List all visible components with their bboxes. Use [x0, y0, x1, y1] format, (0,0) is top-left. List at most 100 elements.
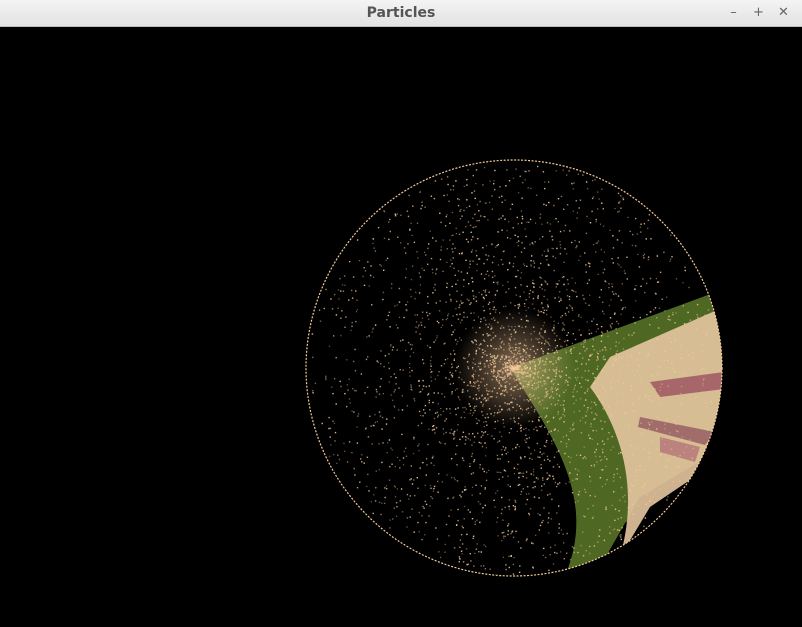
particle	[545, 388, 547, 390]
particle	[343, 275, 346, 277]
particle	[650, 238, 652, 240]
particle	[556, 351, 558, 354]
particle	[314, 382, 317, 385]
particle	[405, 252, 407, 254]
particle	[597, 353, 599, 355]
particle	[601, 334, 603, 337]
particle	[411, 344, 413, 346]
particle	[563, 328, 565, 330]
particle	[408, 194, 410, 197]
particle	[576, 390, 578, 393]
close-button[interactable]: ✕	[775, 4, 792, 21]
particle	[389, 527, 391, 529]
particle	[566, 552, 568, 554]
minimize-button[interactable]: –	[725, 4, 742, 21]
particle	[609, 324, 611, 326]
particle	[587, 508, 589, 510]
particle	[527, 372, 529, 374]
particle	[553, 204, 555, 207]
particle	[417, 445, 419, 447]
particle	[679, 454, 681, 457]
title-bar[interactable]: Particles – + ✕	[0, 0, 802, 27]
particle	[544, 396, 546, 399]
particle	[525, 434, 527, 436]
particle	[670, 234, 672, 236]
particle	[428, 392, 430, 395]
particle	[370, 274, 372, 277]
particle	[520, 368, 522, 370]
particle	[344, 284, 346, 286]
particle	[493, 281, 495, 284]
maximize-button[interactable]: +	[750, 4, 767, 21]
particle	[523, 263, 525, 265]
particle	[430, 356, 432, 358]
particle	[546, 407, 548, 409]
particle	[597, 240, 600, 242]
particle	[624, 412, 626, 414]
particle	[410, 465, 412, 467]
particle-canvas[interactable]	[0, 27, 802, 627]
particle	[512, 448, 514, 450]
particle	[677, 430, 679, 433]
particle	[460, 550, 463, 552]
particle	[635, 475, 637, 477]
particle	[480, 442, 482, 444]
particle	[692, 357, 694, 359]
particle	[366, 386, 369, 388]
particle	[531, 458, 533, 461]
particle	[486, 258, 489, 261]
particle	[441, 393, 443, 395]
particle	[455, 370, 457, 372]
particle	[508, 343, 510, 345]
particle	[428, 428, 430, 430]
particle	[530, 453, 532, 455]
particle	[643, 492, 646, 494]
particle	[584, 515, 586, 518]
particle	[456, 429, 458, 431]
particle	[369, 415, 371, 417]
particle	[522, 348, 524, 350]
particle	[501, 371, 504, 373]
particle	[420, 321, 422, 324]
particle	[455, 308, 457, 310]
particle	[562, 436, 564, 438]
particle	[467, 366, 469, 368]
particle	[586, 390, 589, 392]
particle	[410, 478, 412, 480]
particle	[504, 381, 506, 384]
particle	[532, 372, 534, 374]
particle	[531, 360, 533, 363]
particle	[463, 489, 466, 491]
particle	[496, 244, 498, 247]
particle	[430, 462, 432, 464]
particle	[617, 380, 620, 383]
particle	[469, 303, 471, 306]
particle	[477, 238, 479, 240]
particle	[527, 400, 530, 402]
particle	[477, 347, 479, 349]
particle	[476, 398, 478, 401]
particle	[311, 333, 314, 335]
particle	[657, 398, 660, 400]
particle	[465, 408, 467, 410]
particle	[525, 427, 527, 430]
particle	[683, 373, 685, 375]
particle	[591, 401, 593, 403]
particle	[630, 489, 632, 491]
particle	[467, 221, 470, 223]
particle	[451, 211, 454, 214]
particle	[515, 347, 517, 349]
particle	[405, 276, 407, 279]
particle	[596, 461, 598, 463]
particle	[595, 251, 597, 253]
particle	[702, 379, 704, 381]
particle	[583, 298, 585, 300]
particle	[604, 346, 606, 348]
particle	[405, 309, 408, 311]
particle	[483, 353, 486, 355]
particle	[384, 487, 386, 489]
particle	[461, 543, 464, 545]
particle	[440, 326, 442, 329]
particle	[416, 477, 418, 479]
particle	[456, 300, 458, 303]
